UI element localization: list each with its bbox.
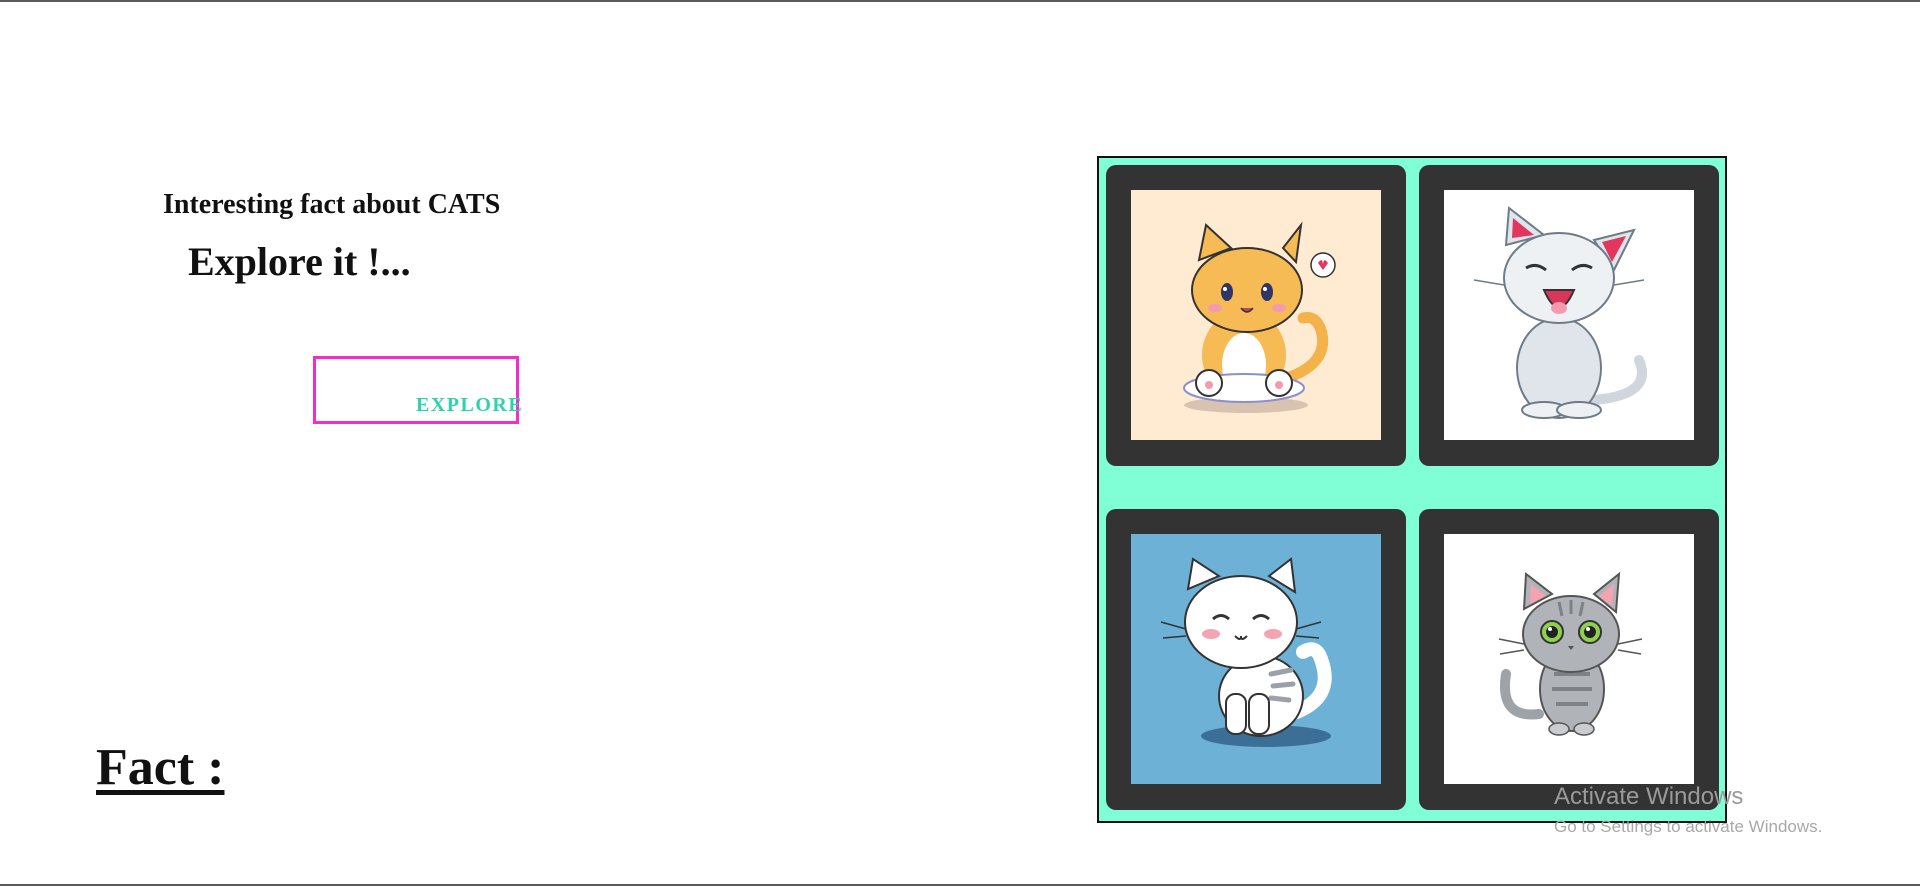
activate-windows-subtitle: Go to Settings to activate Windows. — [1554, 817, 1823, 836]
gray-laughing-cat-illustration-icon — [1444, 190, 1694, 440]
activate-windows-title: Activate Windows — [1554, 783, 1744, 810]
top-divider — [0, 0, 1920, 2]
hero-title: Explore it !... — [188, 239, 411, 284]
bottom-divider — [0, 884, 1920, 886]
explore-button-label: EXPLORE — [416, 394, 524, 416]
hero-subtitle: Interesting fact about CATS — [163, 189, 501, 220]
white-smiling-cat-illustration-icon — [1131, 534, 1381, 784]
fact-heading: Fact : — [96, 739, 225, 796]
explore-button[interactable]: EXPLORE — [313, 356, 522, 424]
gallery-card-2[interactable] — [1419, 165, 1719, 466]
gallery-card-3[interactable] — [1106, 509, 1406, 810]
gray-green-eyed-kitten-illustration-icon — [1444, 534, 1694, 784]
orange-kitten-illustration-icon — [1131, 190, 1381, 440]
gallery-card-1[interactable] — [1106, 165, 1406, 466]
gallery-card-4[interactable] — [1419, 509, 1719, 810]
cat-gallery — [1097, 156, 1727, 823]
